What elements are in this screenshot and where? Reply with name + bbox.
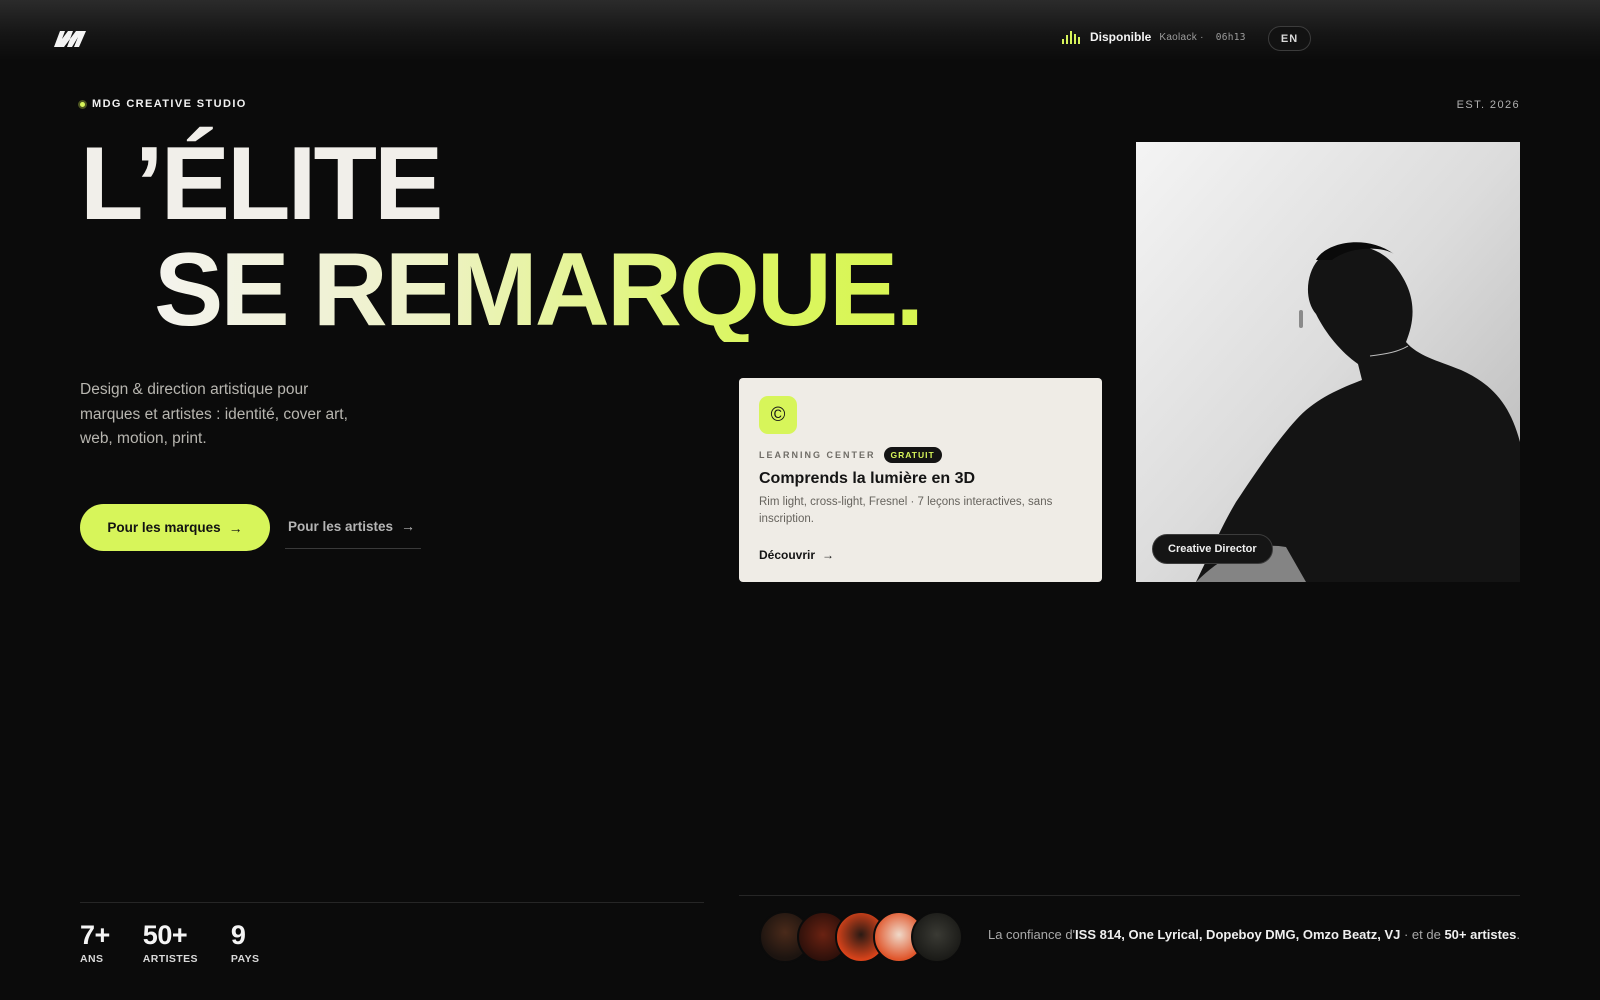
arrow-right-icon: →: [228, 519, 243, 536]
portrait-photo: [1136, 142, 1520, 582]
studio-logo[interactable]: [52, 27, 88, 49]
stat-item: 9 PAYS: [231, 920, 259, 965]
hero-title-line-1: L’ÉLITE: [80, 126, 443, 242]
stats-row: 7+ ANS 50+ ARTISTES 9 PAYS: [80, 920, 259, 965]
brands-cta-button[interactable]: Pour les marques →: [80, 504, 270, 551]
stat-value: 50+: [142, 920, 188, 950]
stat-value: 7+: [80, 920, 110, 950]
stat-item: 50+ ARTISTES: [143, 920, 198, 965]
hero-title-line-2: SE REMARQUE.: [154, 232, 924, 348]
free-badge: GRATUIT: [883, 447, 942, 463]
signal-bars-icon: [1062, 30, 1080, 44]
stat-label: PAYS: [230, 953, 260, 965]
artists-link[interactable]: Pour les artistes →: [285, 518, 421, 549]
card-eyebrow: LEARNING CENTER GRATUIT: [759, 447, 1082, 463]
divider: [739, 895, 1520, 896]
trust-middle: · et de: [1400, 927, 1445, 942]
trust-count: 50+ artistes: [1444, 927, 1517, 942]
stat-item: 7+ ANS: [80, 920, 110, 965]
discover-link[interactable]: Découvrir →: [759, 548, 834, 562]
trust-clients: ISS 814, One Lyrical, Dopeboy DMG, Omzo …: [1075, 927, 1401, 942]
availability-status: Disponible Kaolack · 06h13: [1062, 30, 1246, 44]
arrow-right-icon: →: [401, 518, 416, 534]
stat-value: 9: [230, 920, 246, 950]
avatar: [911, 911, 963, 963]
creative-director-portrait: Creative Director: [1136, 142, 1520, 582]
artists-link-label: Pour les artistes: [288, 518, 394, 534]
role-badge: Creative Director: [1152, 534, 1273, 564]
established-label: EST. 2026: [1456, 99, 1520, 111]
hero-description: Design & direction artistique pour marqu…: [80, 381, 348, 447]
status-label: Disponible: [1090, 30, 1152, 44]
stat-label: ARTISTES: [142, 953, 198, 965]
stat-label: ANS: [80, 953, 104, 965]
language-toggle-button[interactable]: EN: [1268, 26, 1311, 51]
trust-suffix: .: [1516, 927, 1520, 942]
status-dot-icon: [78, 99, 87, 109]
card-title: Comprends la lumière en 3D: [759, 470, 976, 487]
learning-center-card[interactable]: © LEARNING CENTER GRATUIT Comprends la l…: [739, 378, 1102, 582]
trust-prefix: La confiance d': [987, 927, 1076, 942]
arrow-right-icon: →: [822, 548, 835, 562]
artist-avatars: [759, 911, 963, 963]
status-city: Kaolack ·: [1159, 31, 1204, 43]
status-time: 06h13: [1215, 31, 1246, 43]
hero-title: L’ÉLITE SE REMARQUE.: [80, 126, 924, 348]
copyright-icon: ©: [759, 396, 797, 434]
studio-label: MDG CREATIVE STUDIO: [78, 98, 247, 110]
card-description: Rim light, cross-light, Fresnel · 7 leço…: [759, 496, 1053, 525]
top-bar: Disponible Kaolack · 06h13 EN: [0, 0, 1600, 60]
card-category: LEARNING CENTER: [759, 450, 876, 460]
divider: [80, 902, 704, 903]
brands-cta-label: Pour les marques: [107, 520, 221, 535]
discover-link-label: Découvrir: [759, 548, 816, 562]
studio-name: MDG CREATIVE STUDIO: [92, 98, 247, 110]
trust-statement: La confiance d'ISS 814, One Lyrical, Dop…: [988, 927, 1520, 942]
